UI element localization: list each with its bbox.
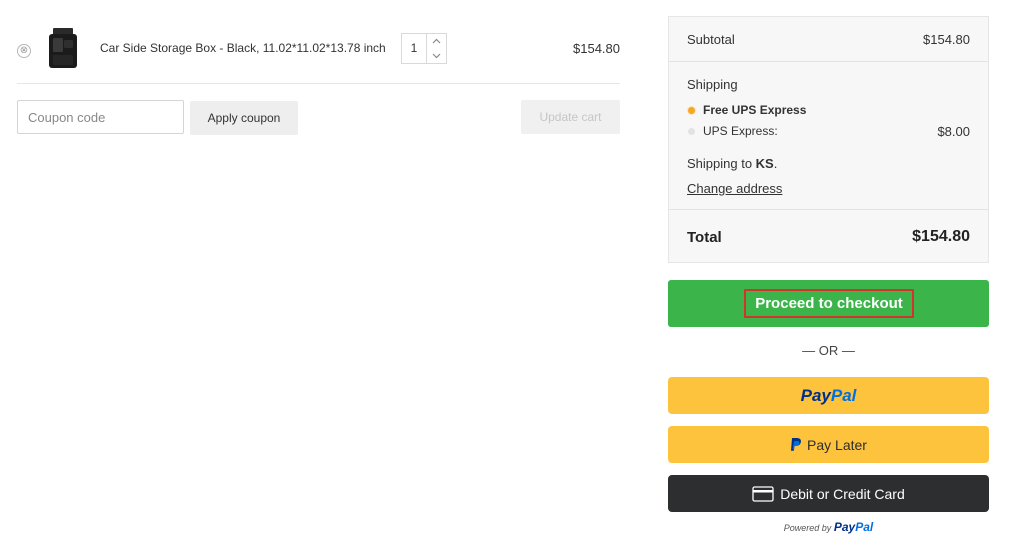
card-button-label: Debit or Credit Card	[780, 485, 905, 502]
credit-card-icon	[752, 485, 774, 502]
total-label: Total	[687, 229, 722, 246]
proceed-to-checkout-button[interactable]: Proceed to checkout	[668, 280, 989, 327]
powered-logo-pay: Pay	[833, 520, 856, 534]
shipping-option-price: $8.00	[937, 124, 970, 139]
quantity-stepper[interactable]: 1	[401, 33, 447, 64]
remove-item-icon[interactable]: ⊗	[17, 44, 31, 58]
quantity-arrows	[426, 34, 446, 63]
cart-item-row: ⊗ Car Side Storage Box - Black, 11.02*11…	[17, 22, 620, 84]
product-price: $154.80	[573, 41, 620, 56]
quantity-value[interactable]: 1	[402, 34, 426, 63]
paypal-button[interactable]: Pay Pal	[668, 377, 989, 414]
total-value: $154.80	[912, 228, 970, 245]
powered-by-text: Powered by	[783, 523, 832, 533]
storage-box-image	[49, 28, 77, 68]
apply-coupon-button[interactable]: Apply coupon	[190, 101, 298, 135]
radio-unselected-icon[interactable]	[688, 128, 695, 135]
proceed-to-checkout-label[interactable]: Proceed to checkout	[744, 289, 914, 318]
shipping-heading: Shipping	[687, 77, 970, 92]
paypal-p-icon	[791, 438, 802, 451]
update-cart-button[interactable]: Update cart	[521, 100, 620, 134]
divider	[669, 209, 988, 210]
product-name-link[interactable]: Car Side Storage Box - Black, 11.02*11.0…	[100, 41, 386, 55]
shipping-option-label[interactable]: UPS Express:	[703, 124, 778, 138]
change-address-row: Change address	[687, 181, 970, 196]
cart-totals-panel: Subtotal $154.80 Shipping Free UPS Expre…	[668, 16, 989, 263]
chevron-down-icon[interactable]	[427, 49, 446, 64]
change-address-link[interactable]: Change address	[687, 181, 782, 196]
chevron-up-icon[interactable]	[427, 34, 446, 49]
powered-by-paypal: Powered by PayPal	[668, 520, 989, 534]
pay-later-label: Pay Later	[807, 436, 867, 453]
pay-later-button[interactable]: Pay Later	[668, 426, 989, 463]
product-thumbnail[interactable]	[45, 27, 81, 71]
shipping-to-prefix: Shipping to	[687, 156, 756, 171]
shipping-to-suffix: .	[773, 156, 778, 171]
powered-logo-pal: Pal	[855, 520, 874, 534]
subtotal-label: Subtotal	[687, 32, 735, 47]
divider	[669, 61, 988, 62]
shipping-label: Shipping	[687, 77, 738, 92]
subtotal-row: Subtotal $154.80	[687, 32, 970, 47]
shipping-option-label[interactable]: Free UPS Express	[703, 103, 806, 117]
debit-credit-card-button[interactable]: Debit or Credit Card	[668, 475, 989, 512]
paypal-logo-pay: Pay	[800, 385, 831, 405]
shipping-destination: Shipping to KS.	[687, 156, 970, 171]
coupon-code-input[interactable]	[17, 100, 184, 134]
paypal-logo-pal: Pal	[830, 385, 857, 405]
subtotal-value: $154.80	[923, 32, 970, 47]
shipping-to-region: KS	[755, 156, 774, 171]
order-total-row: Total $154.80	[687, 228, 970, 246]
or-separator: — OR —	[802, 343, 855, 358]
radio-selected-icon[interactable]	[688, 107, 695, 114]
